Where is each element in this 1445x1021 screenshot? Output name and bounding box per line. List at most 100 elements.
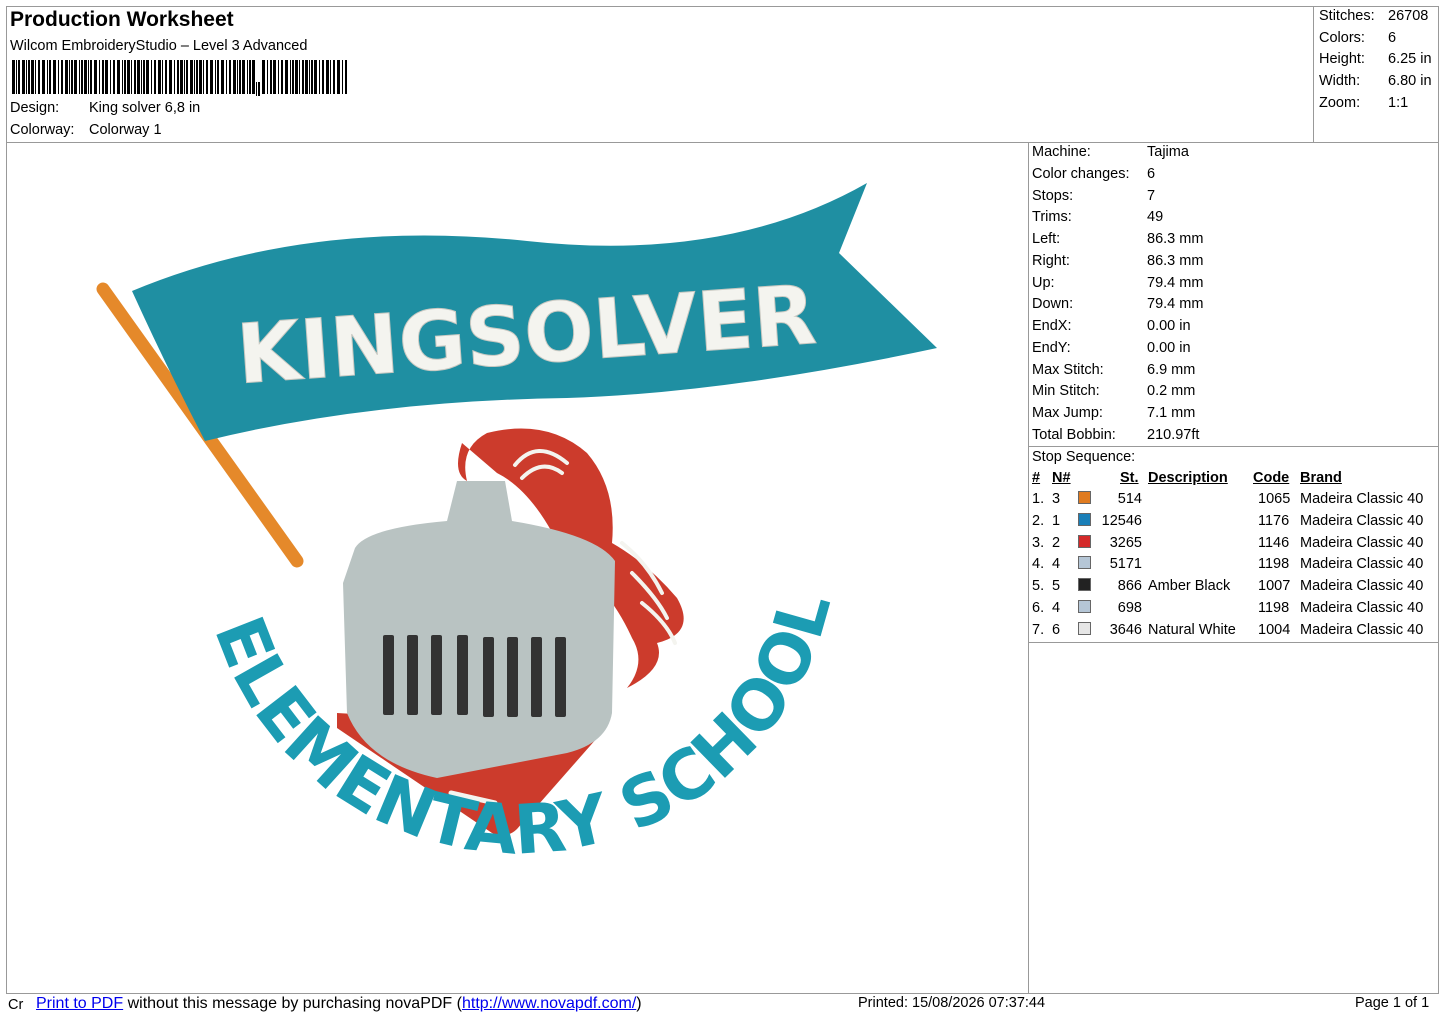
barcode-bar bbox=[278, 60, 279, 94]
needle-num: 5 bbox=[1052, 578, 1061, 595]
info-value: 210.97ft bbox=[1147, 426, 1200, 443]
visor-slot bbox=[483, 637, 494, 717]
barcode-bar bbox=[290, 60, 291, 94]
stop-num: 6. bbox=[1032, 600, 1045, 616]
info-value: 79.4 mm bbox=[1147, 274, 1204, 291]
stitch-count: 3646 bbox=[1109, 621, 1142, 638]
info-row: Left: 86.3 mm bbox=[1032, 231, 1203, 247]
design-label: Design: bbox=[10, 100, 60, 116]
barcode-bar bbox=[262, 60, 265, 94]
page-title: Production Worksheet bbox=[10, 8, 234, 31]
thread-code: 1146 bbox=[1258, 534, 1290, 551]
barcode-bar bbox=[28, 60, 30, 94]
info-value: 7 bbox=[1147, 187, 1156, 204]
stat-zoom: Zoom: 1:1 bbox=[1319, 95, 1408, 111]
col-header-st: St. bbox=[1120, 470, 1139, 486]
info-label: Total Bobbin: bbox=[1032, 426, 1116, 443]
info-label: Color changes: bbox=[1032, 165, 1130, 182]
barcode-bar bbox=[162, 60, 163, 94]
barcode-bar bbox=[42, 60, 45, 94]
info-value: 0.2 mm bbox=[1147, 383, 1196, 400]
barcode-bar bbox=[258, 82, 260, 96]
visor-slot bbox=[383, 635, 394, 715]
col-header-n: N# bbox=[1052, 470, 1071, 486]
barcode-bar bbox=[295, 60, 298, 94]
stat-value: 1:1 bbox=[1388, 95, 1409, 111]
barcode-bar bbox=[49, 60, 51, 94]
stop-row: 2. 1 12546 1176 Madeira Classic 40 bbox=[1032, 512, 1436, 535]
stat-height: Height: 6.25 in bbox=[1319, 51, 1432, 67]
barcode-graphic bbox=[12, 60, 347, 96]
barcode-bar bbox=[215, 60, 216, 94]
barcode-bar bbox=[131, 60, 132, 94]
barcode-bar bbox=[326, 60, 329, 94]
barcode-bar bbox=[337, 60, 340, 94]
info-label: Max Stitch: bbox=[1032, 361, 1104, 378]
barcode-bar bbox=[333, 60, 335, 94]
thread-code: 1007 bbox=[1258, 578, 1291, 595]
stop-row: 3. 2 3265 1146 Madeira Classic 40 bbox=[1032, 534, 1436, 557]
info-value: 6.9 mm bbox=[1147, 361, 1196, 378]
info-label: Max Jump: bbox=[1032, 405, 1103, 421]
color-swatch bbox=[1078, 491, 1091, 504]
info-row: Stops: 7 bbox=[1032, 188, 1155, 204]
stitch-count: 866 bbox=[1117, 578, 1142, 595]
barcode-bar bbox=[38, 60, 40, 94]
col-header-code: Code bbox=[1253, 470, 1290, 486]
barcode-bar bbox=[134, 60, 136, 94]
design-row: Design: King solver 6,8 in bbox=[10, 100, 200, 116]
needle-num: 1 bbox=[1052, 512, 1061, 529]
thread-brand: Madeira Classic 40 bbox=[1300, 512, 1424, 529]
info-value: 0.00 in bbox=[1147, 339, 1191, 356]
visor-slot bbox=[407, 635, 418, 715]
barcode-bar bbox=[22, 60, 25, 94]
info-value: 6 bbox=[1147, 165, 1156, 182]
barcode-bar bbox=[239, 60, 241, 94]
visor-slot bbox=[431, 635, 442, 715]
barcode-bar bbox=[137, 60, 140, 94]
barcode-bar bbox=[88, 60, 89, 94]
print-to-pdf-link[interactable]: Print to PDF bbox=[36, 995, 123, 1012]
stitch-count: 5171 bbox=[1109, 556, 1142, 573]
barcode-bar bbox=[174, 60, 175, 94]
info-row: Right: 86.3 mm bbox=[1032, 253, 1203, 269]
info-label: Right: bbox=[1032, 252, 1070, 269]
stat-label: Stitches: bbox=[1319, 8, 1375, 24]
info-row: Max Jump: 7.1 mm bbox=[1032, 405, 1195, 421]
barcode-bar bbox=[69, 60, 70, 94]
colorway-row: Colorway: Colorway 1 bbox=[10, 122, 162, 138]
barcode-bar bbox=[18, 60, 20, 94]
visor-slot bbox=[457, 635, 468, 715]
thread-code: 1176 bbox=[1258, 512, 1290, 529]
info-row: Trims: 49 bbox=[1032, 209, 1163, 225]
novapdf-link[interactable]: http://www.novapdf.com/ bbox=[462, 995, 636, 1012]
stat-colors: Colors: 6 bbox=[1319, 30, 1396, 46]
separator bbox=[1028, 642, 1439, 643]
stitch-count: 3265 bbox=[1109, 534, 1142, 551]
info-label: Stops: bbox=[1032, 187, 1074, 204]
barcode-bar bbox=[165, 60, 167, 94]
color-swatch bbox=[1078, 578, 1091, 592]
stop-row: 5. 5 866 Amber Black 1007 Madeira Classic 40 bbox=[1032, 578, 1436, 600]
barcode-bar bbox=[12, 60, 15, 94]
barcode-bar bbox=[314, 60, 317, 94]
barcode-bar bbox=[199, 60, 202, 94]
thread-brand: Madeira Classic 40 bbox=[1300, 534, 1424, 551]
barcode-bar bbox=[226, 60, 227, 94]
info-row: Color changes: 6 bbox=[1032, 166, 1155, 182]
barcode bbox=[12, 60, 352, 96]
barcode-bar bbox=[90, 60, 92, 94]
stat-value: 26708 bbox=[1388, 8, 1429, 24]
barcode-bar bbox=[94, 60, 97, 94]
software-name: Wilcom EmbroideryStudio – Level 3 Advanc… bbox=[10, 38, 308, 54]
barcode-bar bbox=[16, 60, 17, 94]
info-value: 86.3 mm bbox=[1147, 252, 1204, 269]
stat-label: Height: bbox=[1319, 51, 1365, 67]
stop-num: 7. bbox=[1032, 621, 1045, 638]
colorway-label: Colorway: bbox=[10, 122, 75, 138]
stop-row: 7. 6 3646 Natural White 1004 Madeira Classic … bbox=[1032, 621, 1436, 644]
barcode-bar bbox=[242, 60, 245, 94]
info-value: 79.4 mm bbox=[1147, 296, 1204, 313]
info-label: Down: bbox=[1032, 296, 1074, 313]
info-value: 7.1 mm bbox=[1147, 405, 1196, 421]
